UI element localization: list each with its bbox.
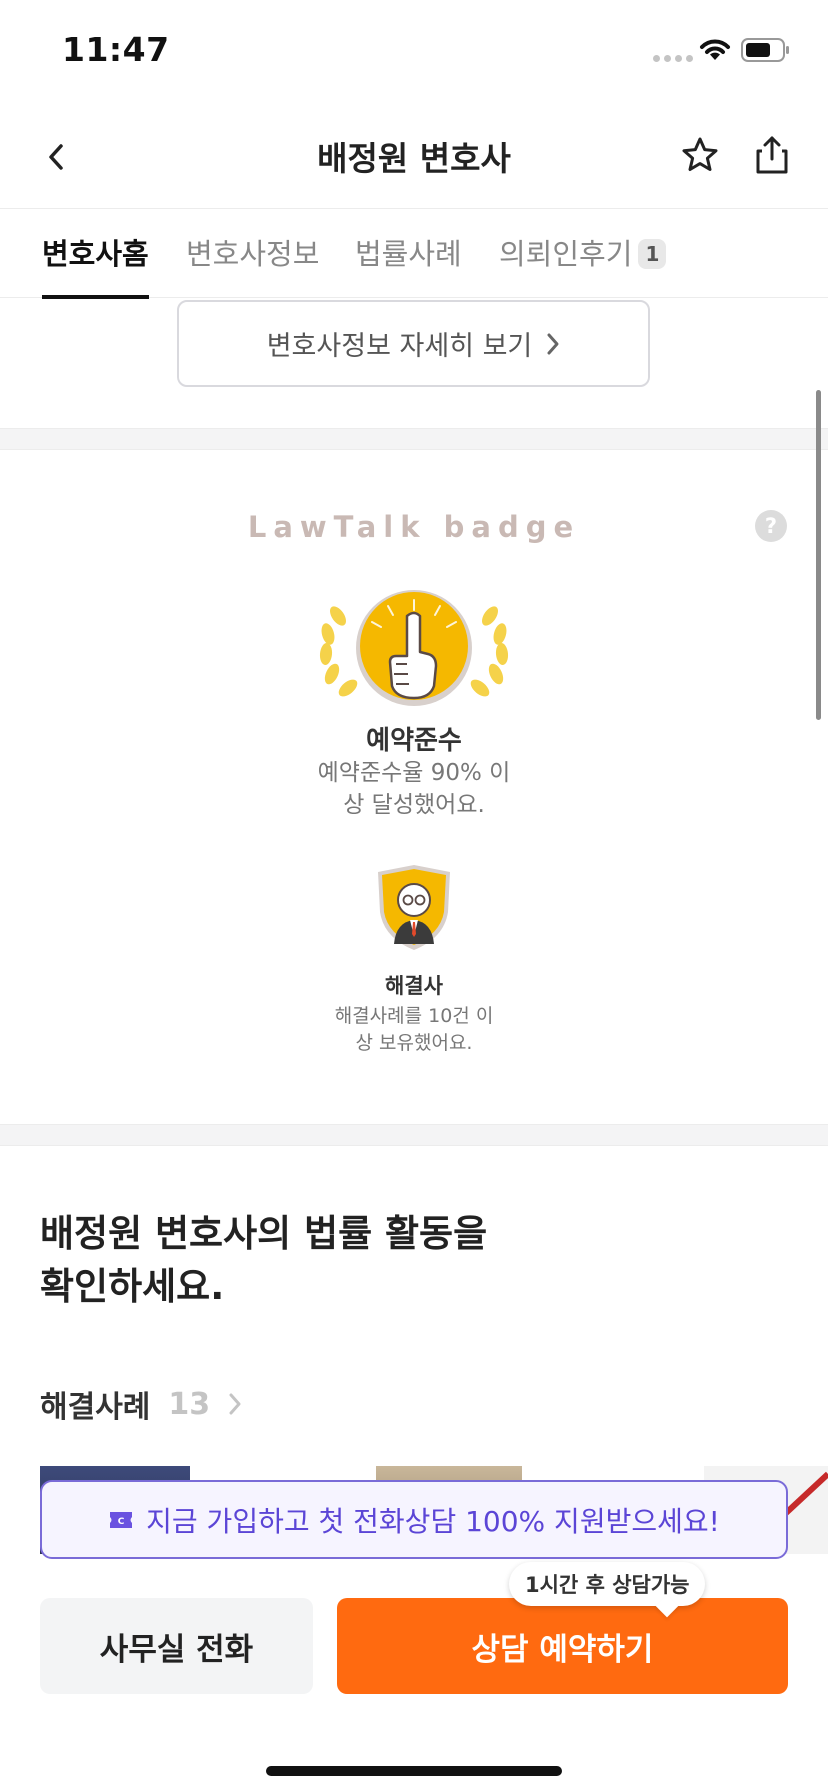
office-call-button[interactable]: 사무실 전화 [40, 1598, 313, 1694]
reserve-consultation-button[interactable]: 상담 예약하기 [337, 1598, 788, 1694]
badge-section-heading: LawTalk badge [247, 510, 581, 544]
svg-text:C: C [118, 1517, 125, 1527]
star-icon [682, 137, 718, 171]
badge-description: 예약준수율 90% 이 상 달성했어요. [317, 760, 511, 819]
activity-section-title: 배정원 변호사의 법률 활동을 확인하세요. [40, 1212, 488, 1308]
review-count-badge: 1 [638, 239, 667, 269]
tab-legal-cases[interactable]: 법률사례 [355, 231, 462, 299]
badge-name: 예약준수 [366, 726, 462, 756]
promo-banner[interactable]: C 지금 가입하고 첫 전화상담 100% 지원받으세요! [40, 1480, 788, 1559]
view-lawyer-details-button[interactable]: 변호사정보 자세히 보기 [177, 300, 650, 387]
chevron-right-icon [547, 333, 559, 354]
badge-description: 해결사례를 10건 이 상 보유했어요. [334, 1005, 494, 1054]
wifi-icon [700, 39, 730, 60]
section-divider [0, 428, 828, 450]
profile-tabs: 변호사홈 변호사정보 법률사례 의뢰인후기 1 [0, 208, 828, 299]
status-time: 11:47 [62, 30, 170, 69]
bottom-action-bar: 사무실 전화 상담 예약하기 1시간 후 상담가능 [0, 1562, 828, 1792]
ticket-icon: C [110, 1511, 133, 1528]
lawyer-profile-screen: 11:47 배정원 변호사 변호사홈 변호사정보 법률사례 의뢰인후기 1 변호… [0, 0, 828, 1792]
resolved-cases-label: 해결사례 [40, 1390, 151, 1425]
resolved-cases-count: 13 [168, 1386, 211, 1422]
chevron-right-icon [229, 1393, 241, 1415]
home-indicator[interactable] [266, 1766, 562, 1776]
promo-text: 지금 가입하고 첫 전화상담 100% 지원받으세요! [146, 1504, 720, 1538]
help-icon[interactable]: ? [755, 510, 787, 542]
lawyer-shield-icon [378, 865, 450, 950]
favorite-button[interactable] [678, 130, 722, 180]
badge-name: 해결사 [385, 974, 443, 998]
tab-client-reviews[interactable]: 의뢰인후기 1 [499, 231, 667, 299]
finger-medal-icon [319, 590, 509, 706]
battery-icon [741, 38, 789, 62]
top-navigation-bar: 배정원 변호사 [0, 108, 828, 208]
view-lawyer-details-label: 변호사정보 자세히 보기 [266, 331, 533, 362]
tab-lawyer-info[interactable]: 변호사정보 [186, 231, 319, 299]
scrollbar[interactable] [816, 390, 821, 720]
cellular-signal-icon [653, 55, 693, 62]
tab-lawyer-home[interactable]: 변호사홈 [42, 231, 149, 299]
section-divider [0, 1124, 828, 1146]
share-button[interactable] [750, 130, 794, 180]
share-icon [756, 136, 788, 174]
resolved-cases-link[interactable]: 해결사례 13 [40, 1382, 242, 1426]
status-bar: 11:47 [0, 0, 828, 100]
availability-tooltip: 1시간 후 상담가능 [509, 1562, 706, 1606]
